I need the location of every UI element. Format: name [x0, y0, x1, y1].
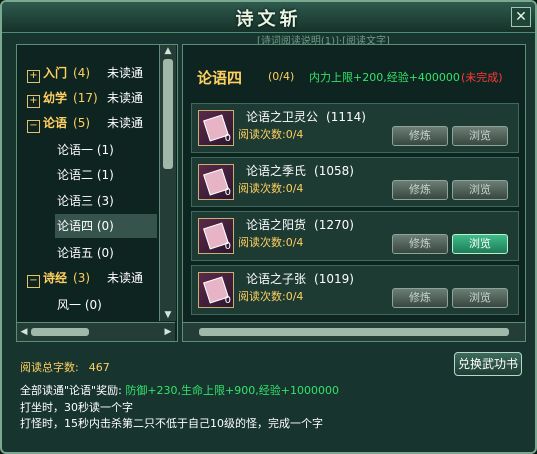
item-read-count: 阅读次数:0/4: [238, 182, 304, 195]
exchange-button[interactable]: 兑换武功书: [454, 352, 522, 376]
chapter-title: 论语四: [197, 69, 243, 87]
close-button[interactable]: ✕: [511, 7, 531, 27]
scroll-up-icon[interactable]: ▲: [160, 45, 176, 57]
expand-icon[interactable]: +: [27, 95, 40, 108]
scroll-thumb[interactable]: [199, 328, 509, 336]
close-icon: ✕: [515, 9, 527, 25]
browse-button[interactable]: 浏览: [452, 126, 508, 146]
tree-category-rumen[interactable]: + 入门 (4) 未读通: [27, 63, 157, 83]
item-read-count: 阅读次数:0/4: [238, 236, 304, 249]
tree-vertical-scrollbar[interactable]: ▲ ▼: [159, 45, 176, 321]
tree-item-lunyu-3[interactable]: 论语三 (3): [57, 191, 114, 211]
list-item: 0 论语之子张 (1019) 阅读次数:0/4 修炼 浏览: [191, 265, 519, 315]
category-tree: + 入门 (4) 未读通 + 幼学 (17) 未读通 − 论语 (5) 未读通 论语一 (1) 论…: [16, 44, 178, 342]
tree-horizontal-scrollbar[interactable]: ◀ ▶: [17, 322, 175, 341]
tree-item-lunyu-4[interactable]: 论语四 (0): [55, 214, 157, 238]
scroll-left-icon[interactable]: ◀: [17, 323, 31, 341]
title-bar: 诗文斩 ✕: [2, 2, 535, 33]
tree-item-shijing-1[interactable]: 风一 (0): [57, 295, 102, 315]
scroll-book-icon[interactable]: 0: [198, 272, 234, 308]
scroll-book-icon[interactable]: 0: [198, 110, 234, 146]
list-item: 0 论语之季氏 (1058) 阅读次数:0/4 修炼 浏览: [191, 157, 519, 207]
chapter-detail-panel: 论语四 (0/4) 内力上限+200,经验+400000 (未完成) 0 论语之…: [182, 44, 526, 342]
item-name: 论语之卫灵公 (1114): [246, 110, 366, 124]
tree-category-youxue[interactable]: + 幼学 (17) 未读通: [27, 88, 157, 108]
total-characters: 阅读总字数: 467: [20, 361, 110, 374]
item-read-count: 阅读次数:0/4: [238, 128, 304, 141]
scroll-book-icon[interactable]: 0: [198, 164, 234, 200]
collapse-icon[interactable]: −: [27, 275, 40, 288]
scroll-thumb[interactable]: [31, 328, 89, 336]
combat-rule: 打怪时，15秒内击杀第二只不低于自己10级的怪，完成一个字: [20, 417, 323, 430]
poetry-window: 诗文斩 ✕ [诗词阅读说明(1)]·[阅读文字] + 入门 (4) 未读通 + 幼学 (1…: [0, 0, 537, 454]
scroll-right-icon[interactable]: ▶: [161, 323, 175, 341]
tree-category-lunyu[interactable]: − 论语 (5) 未读通: [27, 113, 157, 133]
chapter-reward: 内力上限+200,经验+400000: [309, 71, 460, 84]
scroll-book-icon[interactable]: 0: [198, 218, 234, 254]
tree-item-lunyu-2[interactable]: 论语二 (1): [57, 165, 114, 185]
practice-button[interactable]: 修炼: [392, 288, 448, 308]
detail-horizontal-scrollbar[interactable]: [183, 322, 525, 341]
scroll-down-icon[interactable]: ▼: [160, 309, 176, 321]
browse-button[interactable]: 浏览: [452, 288, 508, 308]
item-name: 论语之阳货 (1270): [246, 218, 354, 232]
chapter-status: (未完成): [461, 71, 503, 84]
chapter-progress: (0/4): [268, 70, 295, 83]
list-item: 0 论语之阳货 (1270) 阅读次数:0/4 修炼 浏览: [191, 211, 519, 261]
item-name: 论语之季氏 (1058): [246, 164, 354, 178]
meditate-rule: 打坐时，30秒读一个字: [20, 401, 133, 414]
completion-reward: 全部读通"论语"奖励: 防御+230,生命上限+900,经验+1000000: [20, 384, 339, 397]
browse-button[interactable]: 浏览: [452, 180, 508, 200]
tree-item-lunyu-1[interactable]: 论语一 (1): [57, 140, 114, 160]
tree-item-lunyu-5[interactable]: 论语五 (0): [57, 243, 114, 263]
practice-button[interactable]: 修炼: [392, 180, 448, 200]
scroll-thumb[interactable]: [163, 59, 173, 169]
item-name: 论语之子张 (1019): [246, 272, 354, 286]
item-read-count: 阅读次数:0/4: [238, 290, 304, 303]
browse-button[interactable]: 浏览: [452, 234, 508, 254]
practice-button[interactable]: 修炼: [392, 234, 448, 254]
list-item: 0 论语之卫灵公 (1114) 阅读次数:0/4 修炼 浏览: [191, 103, 519, 153]
window-title: 诗文斩: [235, 9, 302, 30]
collapse-icon[interactable]: −: [27, 120, 40, 133]
expand-icon[interactable]: +: [27, 70, 40, 83]
practice-button[interactable]: 修炼: [392, 126, 448, 146]
tree-category-shijing[interactable]: − 诗经 (3) 未读通: [27, 268, 157, 288]
